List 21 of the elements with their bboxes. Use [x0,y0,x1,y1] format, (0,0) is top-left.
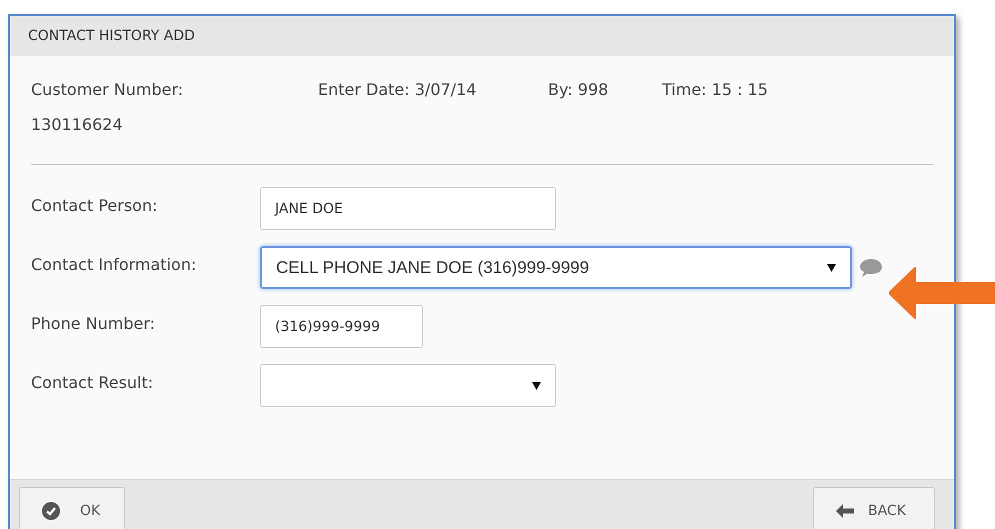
entry-time: Time: 15 : 15 [662,80,768,101]
dropdown-field[interactable]: CELL PHONE JANE DOE (316)999-9999 [260,246,852,289]
field-label: Contact Person: [31,196,158,215]
enter-date: Enter Date: 3/07/14 [318,80,478,101]
entered-by: By: 998 [548,80,610,101]
window-title: CONTACT HISTORY ADD [28,28,195,44]
back-button[interactable]: BACK [813,487,935,529]
caret-icon [827,264,836,272]
speech-bubble-icon[interactable] [859,258,883,278]
ok-button[interactable]: OK [19,487,125,529]
customer-number: 130116624 [31,115,124,134]
field-label: Contact Information: [31,255,198,274]
checkmark-icon [42,502,60,520]
input-field[interactable]: JANE DOE [260,187,556,230]
dropdown-field[interactable] [260,364,556,407]
left-arrow-icon [836,504,854,518]
input-field[interactable]: (316)999-9999 [260,305,423,348]
caret-icon [532,382,541,390]
field-label: Phone Number: [31,314,156,333]
customer-number-label: Customer Number: [31,80,184,99]
field-label: Contact Result: [31,373,154,392]
